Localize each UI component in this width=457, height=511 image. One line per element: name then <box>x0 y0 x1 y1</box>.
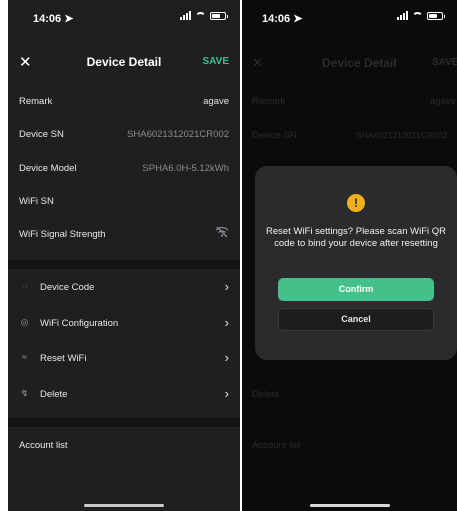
device-code-label: Device Code <box>40 282 95 293</box>
home-indicator <box>84 504 164 507</box>
remark-value[interactable]: agave <box>203 96 229 107</box>
account-list-label: Account list <box>19 440 68 451</box>
warning-icon: ! <box>347 194 365 212</box>
wifi-configuration-label: WiFi Configuration <box>40 318 119 329</box>
remark-row[interactable]: Remark agave <box>8 86 240 116</box>
reset-wifi-dialog-screen: 14:06 ➤ ✕ Device Detail SAVE Remark agav… <box>242 0 457 511</box>
reset-wifi-row[interactable]: ≈ Reset WiFi › <box>8 343 240 373</box>
close-icon: ✕ <box>252 55 263 70</box>
page-title: Device Detail <box>322 56 397 70</box>
delete-label: Delete <box>40 389 68 400</box>
dialog-message: Reset WiFi settings? Please scan WiFi QR… <box>265 226 447 249</box>
wifi-icon <box>195 11 206 20</box>
nav-bar: ✕ Device Detail SAVE <box>8 48 240 76</box>
remark-label: Remark <box>19 96 53 107</box>
cellular-signal-icon <box>180 11 191 20</box>
chevron-right-icon: › <box>224 315 229 330</box>
status-bar: 14:06 ➤ <box>8 0 240 36</box>
device-sn-value: SHA6021312021CR002 <box>356 130 448 140</box>
device-code-row[interactable]: ◌ Device Code › <box>8 272 240 302</box>
status-icons <box>397 11 445 20</box>
account-list-row[interactable]: Account list <box>8 430 240 460</box>
wifi-off-icon <box>215 226 229 241</box>
wifi-icon <box>412 11 423 20</box>
chevron-right-icon: › <box>224 279 229 294</box>
section-divider <box>8 260 240 269</box>
status-time: 14:06 ➤ <box>33 13 74 25</box>
device-sn-label: Device SN <box>19 129 64 140</box>
status-time: 14:06 ➤ <box>262 13 303 25</box>
cellular-signal-icon <box>397 11 408 20</box>
remark-value: agave <box>430 96 456 107</box>
device-sn-row: Device SN SHA6021312021CR002 <box>8 119 240 149</box>
section-divider <box>8 418 240 427</box>
save-button[interactable]: SAVE <box>203 56 230 67</box>
device-sn-label: Device SN <box>252 130 297 141</box>
device-detail-screen: 14:06 ➤ ✕ Device Detail SAVE Remark agav… <box>8 0 240 511</box>
device-model-value: SPHA6.0H-5.12kWh <box>142 163 229 174</box>
delete-row[interactable]: ↯ Delete › <box>8 379 240 409</box>
reset-wifi-label: Reset WiFi <box>40 353 87 364</box>
wifi-sn-row: WiFi SN <box>8 186 240 216</box>
wifi-signal-label: WiFi Signal Strength <box>19 229 106 240</box>
cancel-button[interactable]: Cancel <box>278 308 434 331</box>
remark-label: Remark <box>252 96 286 107</box>
wifi-signal-row: WiFi Signal Strength <box>8 219 240 249</box>
device-sn-value: SHA6021312021CR002 <box>127 129 229 140</box>
account-list-label: Account list <box>252 440 301 451</box>
device-model-row: Device Model SPHA6.0H-5.12kWh <box>8 153 240 183</box>
home-indicator <box>309 504 390 507</box>
delete-icon: ↯ <box>20 388 29 398</box>
battery-icon <box>427 11 445 20</box>
confirm-dialog: ! Reset WiFi settings? Please scan WiFi … <box>255 166 457 360</box>
status-icons <box>180 11 228 20</box>
chevron-right-icon: › <box>224 350 229 365</box>
battery-icon <box>210 11 228 20</box>
confirm-button[interactable]: Confirm <box>278 278 434 301</box>
chevron-right-icon: › <box>224 386 229 401</box>
device-model-label: Device Model <box>19 163 77 174</box>
wifi-sn-label: WiFi SN <box>19 196 54 207</box>
wifi-reset-icon: ≈ <box>22 352 27 362</box>
delete-label: Delete <box>252 389 280 400</box>
device-code-icon: ◌ <box>21 281 28 291</box>
save-button: SAVE <box>432 57 457 68</box>
status-bar: 14:06 ➤ <box>242 0 457 36</box>
wifi-config-icon: ◎ <box>20 317 29 327</box>
wifi-configuration-row[interactable]: ◎ WiFi Configuration › <box>8 308 240 338</box>
